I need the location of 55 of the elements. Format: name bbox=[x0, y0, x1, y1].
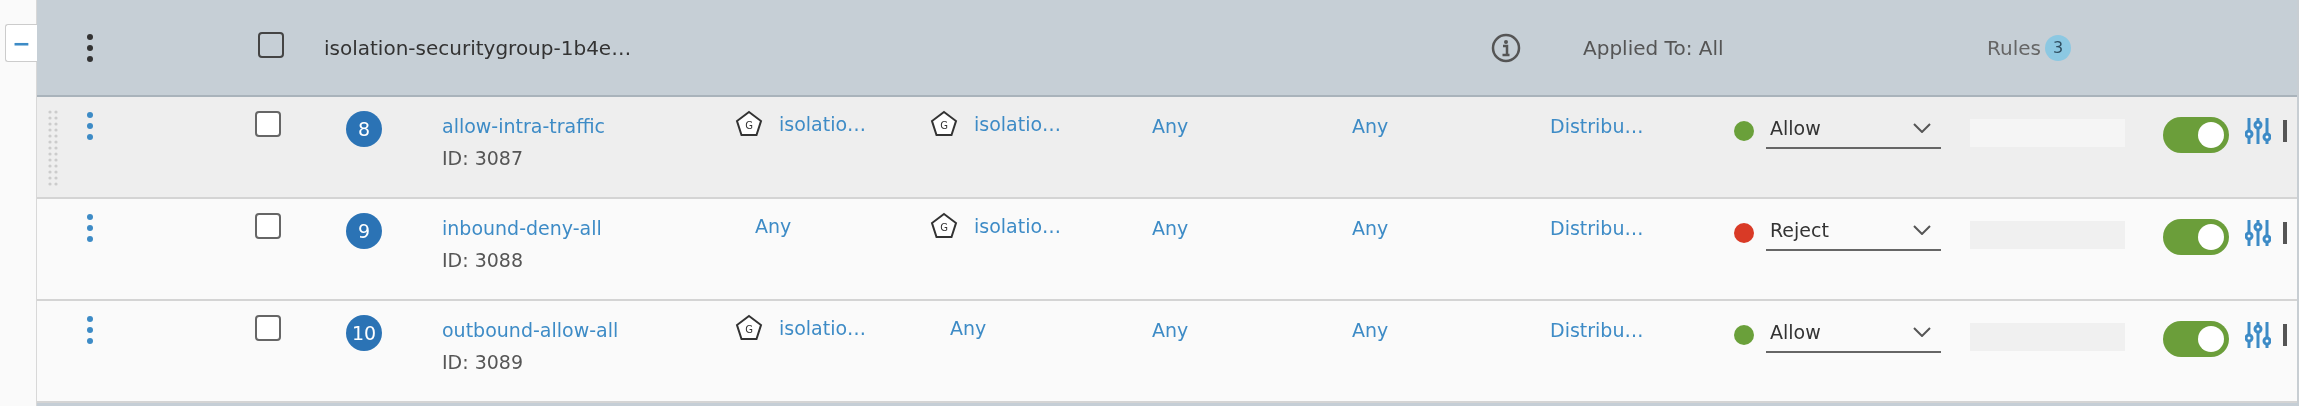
chevron-icon bbox=[1913, 225, 1931, 235]
applied-to-link[interactable]: Distribu… bbox=[1550, 319, 1644, 341]
applied-to-label: Applied To: All bbox=[1583, 35, 1725, 60]
destination-link[interactable]: isolatio… bbox=[974, 215, 1062, 237]
service-link[interactable]: Any bbox=[1152, 115, 1189, 137]
collapse-button[interactable]: − bbox=[5, 24, 37, 62]
action-dropdown[interactable]: Allow bbox=[1766, 113, 1941, 149]
applied-to-link[interactable]: Distribu… bbox=[1550, 115, 1644, 137]
source-link[interactable]: Any bbox=[735, 215, 792, 237]
rule-id: ID: 3088 bbox=[442, 249, 525, 271]
action-dropdown[interactable]: Allow bbox=[1766, 317, 1941, 353]
action-dropdown[interactable]: Reject bbox=[1766, 215, 1941, 251]
group-icon: G bbox=[930, 212, 958, 240]
info-icon[interactable] bbox=[1491, 32, 1522, 63]
checkbox[interactable] bbox=[255, 213, 281, 239]
toggle-switch[interactable] bbox=[2163, 117, 2229, 153]
settings-icon[interactable] bbox=[2245, 219, 2271, 247]
destination-link[interactable]: isolatio… bbox=[974, 113, 1062, 135]
rule-name-link[interactable]: allow-intra-traffic bbox=[442, 115, 725, 137]
rule-name-link[interactable]: inbound-deny-all bbox=[442, 217, 725, 239]
destination-link[interactable]: Any bbox=[930, 317, 987, 339]
rule-id: ID: 3087 bbox=[442, 147, 525, 169]
table-row[interactable]: 8 allow-intra-traffic ID: 3087 G isolatio… G isolatio… Any Any Distribu… Allow bbox=[37, 97, 2297, 197]
more-icon[interactable] bbox=[86, 32, 94, 63]
settings-icon[interactable] bbox=[2245, 321, 2271, 349]
applied-to-link[interactable]: Distribu… bbox=[1550, 217, 1644, 239]
rule-name-link[interactable]: outbound-allow-all bbox=[442, 319, 725, 341]
chevron-icon bbox=[1913, 327, 1931, 337]
service-link[interactable]: Any bbox=[1152, 217, 1189, 239]
group-icon: G bbox=[930, 110, 958, 138]
settings-icon[interactable] bbox=[2245, 117, 2271, 145]
more-icon[interactable] bbox=[86, 213, 94, 243]
profile-link[interactable]: Any bbox=[1352, 115, 1389, 137]
group-icon: G bbox=[735, 314, 763, 342]
profile-link[interactable]: Any bbox=[1352, 217, 1389, 239]
rule-id: ID: 3089 bbox=[442, 351, 525, 373]
checkbox[interactable] bbox=[255, 315, 281, 341]
rule-number-badge: 10 bbox=[346, 315, 382, 351]
source-link[interactable]: isolatio… bbox=[779, 317, 867, 339]
rule-number-badge: 8 bbox=[346, 111, 382, 147]
group-icon: G bbox=[735, 110, 763, 138]
checkbox[interactable] bbox=[255, 111, 281, 137]
drag-handle-icon[interactable] bbox=[47, 109, 59, 187]
toggle-switch[interactable] bbox=[2163, 321, 2229, 357]
section-title: isolation-securitygroup-1b4e… bbox=[324, 35, 632, 60]
source-link[interactable]: isolatio… bbox=[779, 113, 867, 135]
toggle-switch[interactable] bbox=[2163, 219, 2229, 255]
service-link[interactable]: Any bbox=[1152, 319, 1189, 341]
profile-link[interactable]: Any bbox=[1352, 319, 1389, 341]
checkbox[interactable] bbox=[258, 32, 284, 58]
more-icon[interactable] bbox=[86, 315, 94, 345]
count-badge: 3 bbox=[2045, 34, 2071, 61]
rules-label: Rules bbox=[1987, 35, 2041, 60]
chevron-icon bbox=[1913, 123, 1931, 133]
rule-number-badge: 9 bbox=[346, 213, 382, 249]
